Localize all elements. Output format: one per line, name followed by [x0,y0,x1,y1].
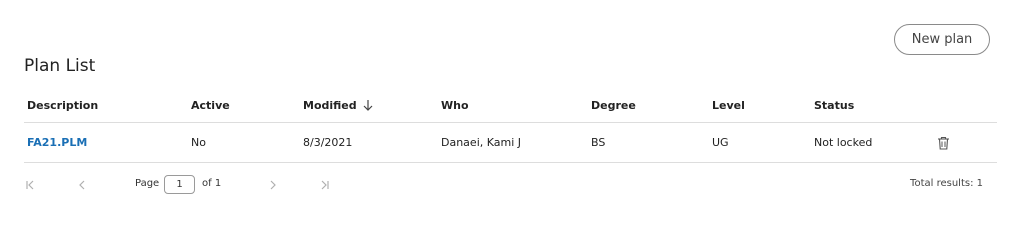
table-row: FA21.PLM No 8/3/2021 Danaei, Kami J BS U… [24,123,997,163]
plan-modified: 8/3/2021 [303,136,353,149]
column-header-degree[interactable]: Degree [591,88,636,122]
arrow-down-icon[interactable] [363,99,373,111]
plan-who: Danaei, Kami J [441,136,522,149]
plan-level: UG [712,136,729,149]
column-header-description[interactable]: Description [27,88,98,122]
page-label: Page [135,178,160,189]
total-results: Total results: 1 [910,178,983,189]
table-header-row: Description Active Modified Who Degree L… [24,88,997,123]
plan-status: Not locked [814,136,873,149]
plan-description-link[interactable]: FA21.PLM [27,123,87,162]
page-count-label: of 1 [202,178,222,189]
trash-icon[interactable] [937,136,950,150]
new-plan-button[interactable]: New plan [894,24,990,55]
column-header-modified[interactable]: Modified [303,88,373,122]
plan-list-panel: New plan Plan List Description Active Mo… [0,0,1022,246]
plan-degree: BS [591,136,606,149]
plan-active: No [191,136,206,149]
column-header-who[interactable]: Who [441,88,469,122]
next-page-icon[interactable] [266,178,280,192]
plan-table: Description Active Modified Who Degree L… [24,88,997,163]
column-header-status[interactable]: Status [814,88,854,122]
last-page-icon[interactable] [317,178,331,192]
page-number-input[interactable] [164,175,195,194]
previous-page-icon[interactable] [75,178,89,192]
pagination: Page of 1 Total results: 1 [24,172,997,198]
delete-plan-button[interactable] [937,123,950,162]
page-title: Plan List [24,56,96,76]
column-header-level[interactable]: Level [712,88,745,122]
column-header-active[interactable]: Active [191,88,230,122]
column-header-modified-label: Modified [303,98,357,112]
first-page-icon[interactable] [24,178,38,192]
